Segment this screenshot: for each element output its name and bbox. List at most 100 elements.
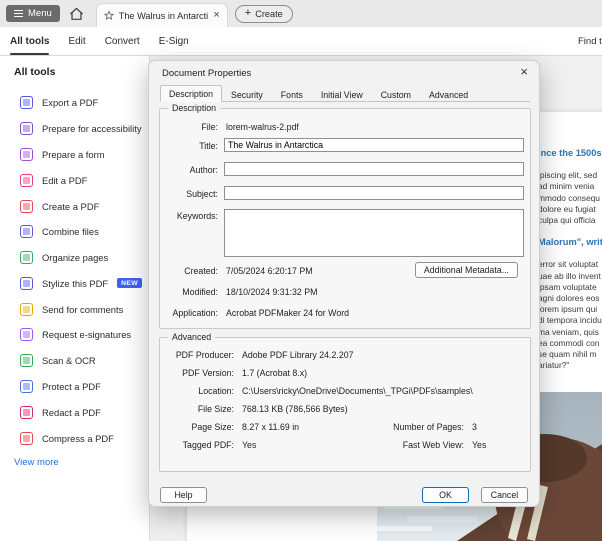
cancel-button[interactable]: Cancel (481, 487, 528, 503)
create-button[interactable]: + Create (234, 4, 293, 23)
document-properties-dialog: Document Properties × Description Securit… (148, 60, 540, 507)
sidebar-item-prepare-form[interactable]: Prepare a form (0, 142, 149, 168)
advanced-group: Advanced PDF Producer: Adobe PDF Library… (159, 332, 531, 472)
keywords-label: Keywords: (176, 211, 218, 221)
sidebar-item-edit-pdf[interactable]: Edit a PDF (0, 167, 149, 193)
sidebar-item-compress-pdf[interactable]: Compress a PDF (0, 425, 149, 451)
document-text-fragment: uae ab illo invent (538, 270, 601, 281)
modified-value: 18/10/2024 9:31:32 PM (226, 287, 318, 297)
sidebar-item-organize-pages[interactable]: Organize pages (0, 245, 149, 271)
sidebar-item-create-pdf[interactable]: Create a PDF (0, 193, 149, 219)
advanced-row-value: Adobe PDF Library 24.2.207 (242, 350, 354, 360)
subject-label: Subject: (186, 189, 218, 199)
advanced-row-label: Number of Pages: (393, 422, 464, 432)
sidebar-item-label: Prepare a form (42, 148, 105, 160)
sidebar-item-redact-pdf[interactable]: Redact a PDF (0, 399, 149, 425)
sidebar-item-label: Compress a PDF (42, 432, 114, 444)
file-label: File: (201, 122, 218, 132)
tool-icon (20, 302, 33, 316)
toolbar-tab-convert[interactable]: Convert (105, 27, 140, 55)
view-more-link[interactable]: View more (0, 451, 149, 468)
advanced-row-label: Page Size: (191, 422, 234, 432)
ok-button[interactable]: OK (422, 487, 469, 503)
sidebar-item-export-pdf[interactable]: Export a PDF (0, 90, 149, 116)
sidebar-item-scan-ocr[interactable]: Scan & OCR (0, 348, 149, 374)
dialog-tab-initial-view[interactable]: Initial View (312, 87, 372, 102)
find-text-label[interactable]: Find te (578, 36, 602, 47)
document-text-fragment: di tempora incidu (538, 315, 602, 326)
sidebar-item-request-esignatures[interactable]: Request e-signatures (0, 322, 149, 348)
toolbar-tab-edit[interactable]: Edit (68, 27, 85, 55)
advanced-row-label: PDF Producer: (175, 350, 234, 360)
dialog-title: Document Properties (162, 68, 252, 79)
title-input[interactable] (224, 138, 524, 152)
dialog-tab-fonts[interactable]: Fonts (272, 87, 312, 102)
subject-input[interactable] (224, 186, 524, 200)
home-button[interactable] (69, 7, 84, 21)
star-icon[interactable] (103, 10, 114, 21)
dialog-tab-security[interactable]: Security (222, 87, 272, 102)
sidebar-item-label: Combine files (42, 226, 99, 238)
sidebar-item-label: Redact a PDF (42, 406, 101, 418)
tool-icon (20, 122, 33, 136)
document-text-fragment: ma veniam, quis (538, 326, 599, 337)
advanced-row: Fast Web View: Yes (382, 440, 530, 450)
document-text-fragment: error sit voluptat (538, 259, 599, 270)
document-text-fragment: Malorum", writ (538, 237, 602, 248)
additional-metadata-button[interactable]: Additional Metadata... (414, 262, 518, 278)
tool-icon (20, 354, 33, 368)
dialog-close-icon[interactable]: × (520, 64, 528, 79)
tab-close-icon[interactable]: × (213, 10, 219, 21)
description-group: Description File: lorem-walrus-2.pdf Tit… (159, 103, 531, 329)
sidebar-item-label: Edit a PDF (42, 174, 88, 186)
author-input[interactable] (224, 162, 524, 176)
file-value: lorem-walrus-2.pdf (226, 122, 299, 132)
created-value: 7/05/2024 6:20:17 PM (226, 266, 313, 276)
document-text-fragment: ad minim venia (538, 181, 595, 192)
dialog-tab-advanced[interactable]: Advanced (420, 87, 477, 102)
document-text-fragment: lorem ipsum qui (538, 304, 598, 315)
menu-button[interactable]: Menu (6, 5, 60, 22)
sidebar-item-prepare-accessibility[interactable]: Prepare for accessibility (0, 116, 149, 142)
toolbar-tab-all-tools[interactable]: All tools (10, 27, 50, 55)
document-text-fragment: ince the 1500s (538, 148, 602, 158)
advanced-row: Number of Pages: 3 (382, 422, 530, 432)
advanced-row-value: 1.7 (Acrobat 8.x) (242, 368, 308, 378)
advanced-right-column: Number of Pages: 3 Fast Web View: Yes (382, 338, 530, 458)
help-button[interactable]: Help (160, 487, 207, 503)
tools-sidebar: All tools Export a PDF Prepare for acces… (0, 56, 150, 541)
advanced-row-label: Tagged PDF: (182, 440, 234, 450)
sidebar-item-send-comments[interactable]: Send for comments (0, 296, 149, 322)
advanced-row-label: File Size: (197, 404, 234, 414)
application-label: Application: (172, 308, 218, 318)
sidebar-item-combine-files[interactable]: Combine files (0, 219, 149, 245)
document-text-fragment: mmodo consequ (538, 192, 600, 203)
sidebar-item-label: Export a PDF (42, 97, 99, 109)
new-badge: NEW (117, 278, 142, 289)
keywords-input[interactable] (224, 209, 524, 257)
author-label: Author: (189, 165, 218, 175)
advanced-row-label: Location: (198, 386, 234, 396)
tool-icon (20, 225, 33, 239)
toolbar-tab-e-sign[interactable]: E-Sign (159, 27, 189, 55)
advanced-row-value: Yes (242, 440, 257, 450)
dialog-tab-description[interactable]: Description (160, 85, 223, 102)
sidebar-item-protect-pdf[interactable]: Protect a PDF (0, 374, 149, 400)
document-tab[interactable]: The Walrus in Antarctica × (95, 3, 228, 27)
sidebar-item-label: Send for comments (42, 303, 124, 315)
document-text-fragment: ea commodi con (538, 337, 600, 348)
modified-label: Modified: (182, 287, 218, 297)
application-value: Acrobat PDFMaker 24 for Word (226, 308, 350, 318)
tool-icon (20, 173, 33, 187)
dialog-tab-custom[interactable]: Custom (372, 87, 420, 102)
description-legend: Description (168, 103, 221, 113)
advanced-row-value: 3 (472, 422, 477, 432)
tool-icon (20, 96, 33, 110)
created-label: Created: (184, 266, 218, 276)
menu-button-label: Menu (28, 8, 52, 19)
sidebar-item-stylize-pdf[interactable]: Stylize this PDF NEW (0, 270, 149, 296)
document-text-fragment: ipsam voluptate (538, 281, 597, 292)
title-label: Title: (199, 141, 218, 151)
document-text-fragment: se quam nihil m (538, 349, 597, 360)
tool-icon (20, 379, 33, 393)
